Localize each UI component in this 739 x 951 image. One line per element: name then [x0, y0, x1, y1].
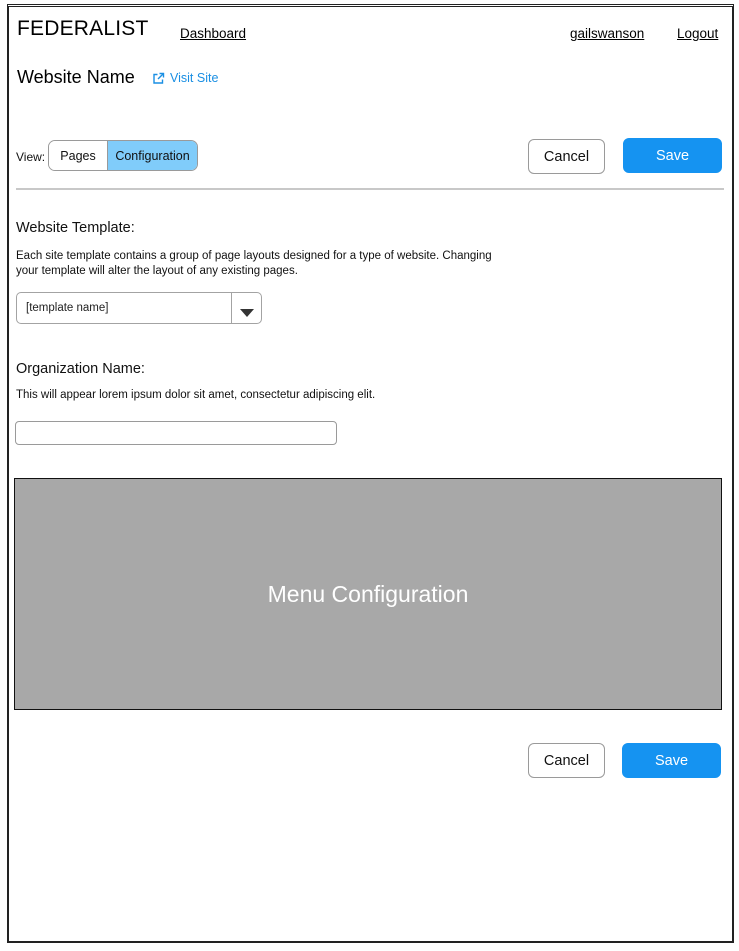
cancel-button-bottom[interactable]: Cancel: [528, 743, 605, 778]
organization-name-description: This will appear lorem ipsum dolor sit a…: [16, 389, 376, 401]
page-title: Website Name: [17, 67, 135, 87]
template-select-value: [template name]: [26, 302, 109, 314]
organization-name-input[interactable]: [15, 421, 337, 445]
menu-configuration-placeholder: Menu Configuration: [14, 478, 722, 710]
caret-down-icon[interactable]: [240, 304, 254, 322]
dashboard-link[interactable]: Dashboard: [180, 26, 246, 41]
website-template-description: Each site template contains a group of p…: [16, 249, 536, 279]
website-template-description-line-2: your template will alter the layout of a…: [16, 265, 298, 277]
divider: [16, 188, 724, 190]
app-frame: FEDERALIST Dashboard gailswanson Logout …: [7, 4, 734, 943]
cancel-button-top[interactable]: Cancel: [528, 139, 605, 174]
organization-name-heading: Organization Name:: [16, 361, 145, 377]
visit-site-link[interactable]: Visit Site: [152, 71, 218, 85]
select-divider: [231, 293, 232, 323]
save-button-bottom[interactable]: Save: [622, 743, 721, 778]
logout-link[interactable]: Logout: [677, 26, 718, 41]
save-button-top[interactable]: Save: [623, 138, 722, 173]
website-template-description-line-1: Each site template contains a group of p…: [16, 250, 492, 262]
username-link[interactable]: gailswanson: [570, 26, 644, 41]
tab-pages[interactable]: Pages: [49, 141, 108, 170]
view-label: View:: [16, 150, 46, 164]
external-link-icon: [152, 72, 165, 85]
website-template-heading: Website Template:: [16, 220, 135, 236]
tab-configuration[interactable]: Configuration: [108, 141, 197, 170]
menu-configuration-label: Menu Configuration: [267, 580, 469, 607]
visit-site-label: Visit Site: [170, 71, 219, 85]
template-select[interactable]: [template name]: [16, 292, 262, 324]
view-toggle: Pages Configuration: [48, 140, 198, 171]
brand-logo: FEDERALIST: [17, 17, 149, 40]
